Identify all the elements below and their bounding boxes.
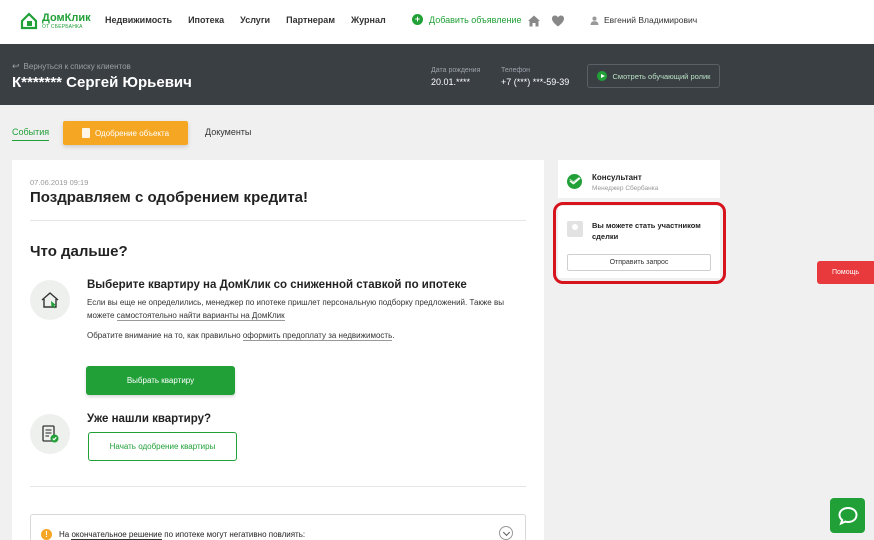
user-icon xyxy=(590,16,599,25)
sberbank-logo-icon xyxy=(567,174,582,189)
choose-apartment-button[interactable]: Выбрать квартиру xyxy=(86,366,235,395)
final-decision-link[interactable]: окончательное решение xyxy=(71,530,163,540)
nav-item-realty[interactable]: Недвижимость xyxy=(105,15,172,25)
play-icon xyxy=(596,71,607,81)
client-name: К******* Сергей Юрьевич xyxy=(12,74,192,91)
congrats-heading: Поздравляем с одобрением кредита! xyxy=(30,189,308,206)
add-listing-button[interactable]: + Добавить объявление xyxy=(412,14,521,25)
house-search-icon xyxy=(30,280,70,320)
consultant-subtitle: Менеджер Сбербанка xyxy=(592,185,659,192)
find-options-link[interactable]: самостоятельно найти варианты на ДомКлик xyxy=(116,310,285,321)
step1-title: Выберите квартиру на ДомКлик со сниженно… xyxy=(87,279,467,291)
step2-title: Уже нашли квартиру? xyxy=(87,413,212,425)
client-header: ↩ Вернуться к списку клиентов К******* С… xyxy=(0,44,874,105)
step1-note-text: Обратите внимание на то, как правильно xyxy=(87,331,243,340)
step1-note-end: . xyxy=(392,331,395,340)
add-listing-label: Добавить объявление xyxy=(429,14,522,25)
nav-item-mortgage[interactable]: Ипотека xyxy=(188,15,224,25)
watch-tutorial-label: Смотреть обучающий ролик xyxy=(612,71,711,81)
nav-item-journal[interactable]: Журнал xyxy=(351,15,386,25)
top-navigation: ДомКлик ОТ СБЕРБАНКА Недвижимость Ипотек… xyxy=(0,0,874,44)
watch-tutorial-button[interactable]: Смотреть обучающий ролик xyxy=(587,64,720,88)
approval-card: 07.06.2019 09:19 Поздравляем с одобрение… xyxy=(12,160,544,540)
step1-description: Если вы еще не определились, менеджер по… xyxy=(87,297,527,322)
warning-text-start: На xyxy=(59,530,72,539)
phone-block: Телефон +7 (***) ***-59-39 xyxy=(501,67,569,87)
tab-events[interactable]: События xyxy=(12,127,50,141)
user-menu[interactable]: Евгений Владимирович xyxy=(590,15,697,25)
step1-note: Обратите внимание на то, как правильно о… xyxy=(87,330,527,343)
back-link-label: Вернуться к списку клиентов xyxy=(23,62,131,71)
event-timestamp: 07.06.2019 09:19 xyxy=(30,178,89,187)
chevron-down-icon[interactable] xyxy=(499,526,513,540)
birth-date-label: Дата рождения xyxy=(431,67,481,74)
document-icon xyxy=(81,128,90,138)
whats-next-heading: Что дальше? xyxy=(30,243,128,260)
chat-button[interactable] xyxy=(830,498,865,533)
prepayment-link[interactable]: оформить предоплату за недвижимость xyxy=(242,331,393,341)
logo-name: ДомКлик xyxy=(42,11,91,24)
help-button[interactable]: Помощь xyxy=(817,261,874,284)
phone-value: +7 (***) ***-59-39 xyxy=(501,77,570,87)
user-name: Евгений Владимирович xyxy=(604,15,698,25)
main-menu: Недвижимость Ипотека Услуги Партнерам Жу… xyxy=(105,15,386,25)
back-arrow-icon: ↩ xyxy=(12,61,20,71)
logo-subtitle: ОТ СБЕРБАНКА xyxy=(42,23,83,30)
nav-item-services[interactable]: Услуги xyxy=(240,15,270,25)
home-icon[interactable] xyxy=(527,14,541,28)
warning-accordion[interactable]: ! На окончательное решение по ипотеке мо… xyxy=(30,514,526,540)
tab-documents[interactable]: Документы xyxy=(205,127,251,137)
plus-icon: + xyxy=(412,14,423,25)
house-logo-icon xyxy=(20,12,38,30)
consultant-title: Консультант xyxy=(592,173,642,182)
birth-date-value: 20.01.**** xyxy=(431,77,471,87)
warning-icon: ! xyxy=(41,529,52,540)
birth-date-block: Дата рождения 20.01.**** xyxy=(431,67,480,87)
consultant-card: Консультант Менеджер Сбербанка xyxy=(558,160,720,198)
divider xyxy=(30,220,526,221)
chat-bubble-icon xyxy=(837,506,858,525)
heart-icon[interactable] xyxy=(551,14,565,28)
red-highlight-outline xyxy=(553,202,726,284)
document-approval-icon xyxy=(30,414,70,454)
phone-label: Телефон xyxy=(501,67,531,74)
domclick-logo[interactable]: ДомКлик ОТ СБЕРБАНКА xyxy=(20,12,91,30)
tab-object-approval[interactable]: Одобрение объекта xyxy=(63,121,188,145)
divider xyxy=(30,486,526,487)
tab-object-approval-label: Одобрение объекта xyxy=(94,128,170,138)
warning-text: На окончательное решение по ипотеке могу… xyxy=(59,530,306,540)
nav-item-partners[interactable]: Партнерам xyxy=(286,15,335,25)
back-to-clients-link[interactable]: ↩ Вернуться к списку клиентов xyxy=(12,61,131,72)
start-approval-button[interactable]: Начать одобрение квартиры xyxy=(88,432,237,461)
warning-text-end: по ипотеке могут негативно повлиять: xyxy=(162,530,306,539)
